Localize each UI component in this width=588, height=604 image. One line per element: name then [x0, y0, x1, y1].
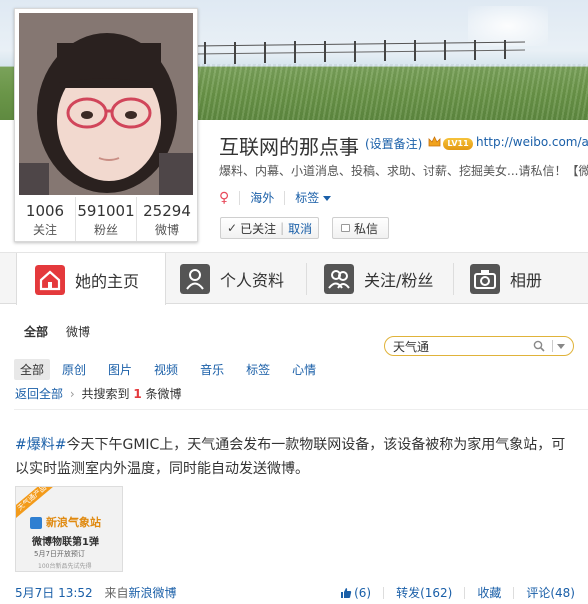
repost-button[interactable]: 转发(162)	[396, 584, 452, 601]
set-remark-link[interactable]: (设置备注)	[365, 135, 422, 152]
post-image-subtitle: 微博物联第1弹	[32, 537, 99, 548]
stat-posts-count: 25294	[143, 202, 191, 220]
divider	[453, 263, 454, 295]
search-box	[384, 336, 574, 356]
female-icon: ♀	[219, 189, 230, 206]
post-image[interactable]: 天气通产品 新浪气象站 微博物联第1弹 5月7日开放预订 100台新品先试先得	[15, 486, 123, 572]
post-hashtag[interactable]: #爆料#	[15, 437, 66, 453]
filter-images[interactable]: 图片	[102, 359, 138, 380]
stat-followers-label: 粉丝	[93, 223, 118, 237]
post-image-title: 新浪气象站	[46, 516, 101, 529]
comment-button[interactable]: 评论(48)	[526, 584, 575, 601]
profile-name: 互联网的那点事	[219, 135, 359, 159]
tab-follows[interactable]: 关注/粉丝	[324, 253, 433, 305]
profile-meta: ♀ 海外 标签	[219, 189, 332, 206]
chevron-down-icon	[323, 196, 332, 201]
filter-original[interactable]: 原创	[56, 359, 92, 380]
tags-label: 标签	[295, 191, 320, 205]
stat-posts[interactable]: 25294 微博	[137, 197, 197, 241]
follow-status: ✓ 已关注 | 取消	[220, 217, 320, 239]
message-label: 私信	[354, 221, 379, 236]
post-filter: 全部 原创 图片 视频 音乐 标签 心情	[14, 359, 332, 380]
post-time[interactable]: 5月7日 13:52	[15, 586, 93, 600]
people-icon	[324, 264, 354, 294]
subnav-all[interactable]: 全部	[24, 323, 48, 340]
result-prefix: 共搜索到	[81, 387, 130, 401]
tab-album[interactable]: 相册	[470, 253, 542, 305]
post-actions: (6) 转发(162) 收藏 评论(48)	[340, 584, 575, 601]
message-button[interactable]: 私信	[332, 217, 389, 239]
profile-stats: 1006 关注 591001 粉丝 25294 微博	[15, 197, 197, 241]
home-icon	[35, 264, 65, 295]
check-icon: ✓	[227, 221, 238, 235]
camera-icon	[470, 264, 500, 294]
filter-tags[interactable]: 标签	[240, 359, 276, 380]
stat-following-label: 关注	[32, 223, 57, 237]
tab-album-label: 相册	[510, 271, 543, 290]
back-to-all-link[interactable]: 返回全部	[15, 387, 63, 401]
post-source-prefix: 来自	[104, 586, 129, 600]
result-suffix: 条微博	[145, 387, 182, 401]
tab-profile-label: 个人资料	[220, 271, 285, 290]
filter-videos[interactable]: 视频	[148, 359, 184, 380]
location-link[interactable]: 海外	[250, 189, 274, 206]
tab-home[interactable]: 她的主页	[16, 253, 166, 306]
divider	[239, 190, 241, 205]
thumbs-up-icon	[341, 587, 352, 598]
tab-home-label: 她的主页	[75, 271, 140, 291]
search-icon[interactable]	[533, 340, 545, 352]
unfollow-button[interactable]: 取消	[288, 220, 312, 237]
level-badge: LV11	[443, 138, 473, 150]
profile-description: 爆料、内幕、小道消息、投稿、求助、讨薪、挖掘美女...请私信！【微	[219, 164, 588, 178]
stat-followers[interactable]: 591001 粉丝	[76, 197, 137, 241]
profile-url-link[interactable]: http://weibo.com/alib	[476, 135, 588, 149]
profile-tabs: 她的主页 个人资料 关注/粉丝 相册	[0, 252, 588, 306]
stat-posts-label: 微博	[154, 223, 179, 237]
divider	[383, 586, 385, 599]
filter-music[interactable]: 音乐	[194, 359, 230, 380]
post-source[interactable]: 新浪微博	[129, 586, 177, 600]
feed: 全部 微博 全部 原创 图片 视频 音乐 标签 心情 返回全部 › 共搜索到 1…	[0, 305, 588, 604]
post-body: 今天下午GMIC上，天气通会发布一款物联网设备，该设备被称为家用气象站，可以实时…	[15, 437, 566, 477]
chevron-right-icon: ›	[69, 387, 75, 401]
divider	[306, 263, 307, 295]
post-footer: 5月7日 13:52 来自新浪微博 (6) 转发(162) 收藏 评论(48)	[15, 584, 575, 601]
followed-label: 已关注	[240, 221, 277, 236]
stat-followers-count: 591001	[77, 202, 135, 220]
divider	[14, 409, 588, 410]
result-count: 1	[133, 387, 142, 401]
avatar-card: 1006 关注 591001 粉丝 25294 微博	[14, 8, 198, 242]
mail-icon	[341, 224, 350, 232]
weather-logo-icon	[30, 517, 42, 529]
divider	[513, 586, 515, 599]
crown-icon	[428, 136, 441, 147]
filter-mood[interactable]: 心情	[286, 359, 322, 380]
stat-following-count: 1006	[25, 202, 65, 220]
favorite-button[interactable]: 收藏	[477, 584, 501, 601]
post-image-line2: 100台新品先试先得	[38, 563, 92, 570]
profile-cover: 1006 关注 591001 粉丝 25294 微博 互联网的那点事 (设置备注…	[0, 0, 588, 252]
stat-following[interactable]: 1006 关注	[15, 197, 76, 241]
divider	[284, 190, 286, 205]
tags-dropdown[interactable]: 标签	[295, 189, 332, 206]
tab-follows-label: 关注/粉丝	[364, 271, 434, 290]
like-count: (6)	[354, 585, 372, 600]
like-button[interactable]: (6)	[340, 586, 371, 600]
chevron-down-icon[interactable]	[557, 344, 565, 349]
avatar[interactable]	[19, 13, 193, 195]
filter-all[interactable]: 全部	[14, 359, 51, 380]
divider	[552, 340, 553, 352]
divider	[464, 586, 466, 599]
divider: |	[280, 221, 285, 235]
tab-profile[interactable]: 个人资料	[180, 253, 284, 305]
feed-subnav: 全部 微博	[24, 323, 90, 340]
search-result-summary: 返回全部 › 共搜索到 1 条微博	[15, 385, 182, 402]
post-text: #爆料#今天下午GMIC上，天气通会发布一款物联网设备，该设备被称为家用气象站，…	[15, 433, 575, 481]
post-image-line1: 5月7日开放预订	[34, 550, 85, 558]
cover-grass	[195, 64, 588, 120]
subnav-weibo[interactable]: 微博	[66, 323, 90, 340]
person-icon	[180, 264, 210, 294]
cover-fence	[195, 40, 525, 64]
search-input[interactable]	[393, 339, 523, 353]
